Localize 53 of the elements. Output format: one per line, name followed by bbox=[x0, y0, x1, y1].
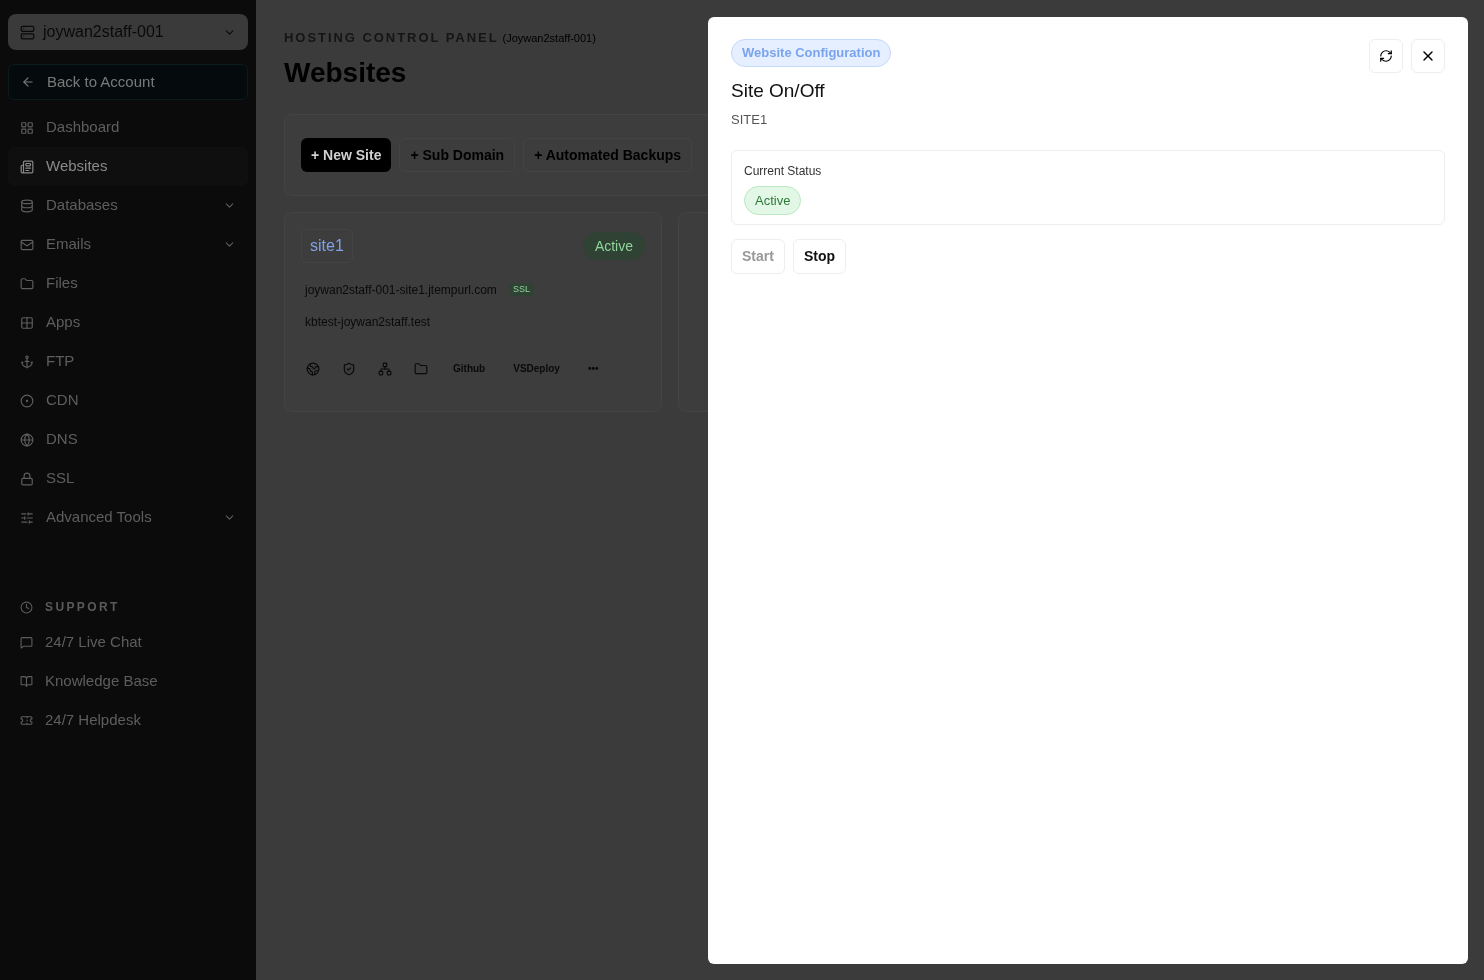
sidebar-item[interactable]: Databases bbox=[8, 186, 248, 225]
sidebar-item[interactable]: CDN bbox=[8, 381, 248, 420]
account-label: (Joywan2staff-001) bbox=[502, 31, 596, 46]
modal-button[interactable]: Stop bbox=[792, 238, 846, 274]
section-title: SUPPORT bbox=[45, 599, 120, 615]
anchor-icon bbox=[20, 354, 34, 369]
sidebar-item[interactable]: Advanced Tools bbox=[8, 498, 248, 537]
target-icon bbox=[20, 393, 34, 408]
refresh-button[interactable] bbox=[1369, 39, 1403, 73]
folder-icon bbox=[20, 276, 34, 291]
grid-icon bbox=[20, 315, 34, 330]
sidebar-item[interactable]: Emails bbox=[8, 225, 248, 264]
modal-title: Site On/Off bbox=[731, 78, 825, 103]
chat-icon bbox=[20, 636, 33, 649]
ssl-badge: SSL bbox=[508, 282, 534, 297]
action-button[interactable]: ••• bbox=[579, 356, 607, 381]
modal-subtitle: SITE1 bbox=[731, 111, 768, 129]
refresh-icon bbox=[1379, 49, 1393, 63]
server-icon bbox=[20, 24, 35, 40]
sidebar-item[interactable]: Files bbox=[8, 264, 248, 303]
close-button[interactable] bbox=[1411, 39, 1445, 73]
status-label: Current Status bbox=[744, 162, 822, 179]
clock-icon bbox=[20, 600, 33, 614]
database-icon bbox=[20, 198, 34, 213]
lock-icon bbox=[20, 471, 34, 486]
sidebar-item[interactable]: DNS bbox=[8, 420, 248, 459]
globe-icon bbox=[306, 361, 320, 376]
sidebar-item[interactable]: Apps bbox=[8, 303, 248, 342]
sliders-icon bbox=[20, 510, 34, 525]
sidebar-item[interactable]: 24/7 Helpdesk bbox=[8, 701, 248, 740]
sidebar-item[interactable]: Websites bbox=[8, 147, 248, 186]
page-title: Websites bbox=[284, 55, 407, 90]
shield-icon bbox=[342, 361, 356, 376]
mail-icon bbox=[20, 237, 34, 252]
section-badge: Website Configuration bbox=[731, 39, 892, 67]
grid-icon bbox=[20, 120, 34, 135]
back-link[interactable]: Back to Account bbox=[8, 64, 248, 100]
toolbar-button[interactable]: + Automated Backups bbox=[523, 137, 693, 172]
book-icon bbox=[20, 675, 33, 688]
sidebar-item[interactable]: SSL bbox=[8, 459, 248, 498]
site-link[interactable]: site1 bbox=[301, 228, 353, 263]
status-badge: Active bbox=[582, 231, 645, 260]
sidebar-item[interactable]: Knowledge Base bbox=[8, 662, 248, 701]
status-badge: Active bbox=[744, 185, 802, 215]
toolbar-button[interactable]: + New Site bbox=[301, 137, 392, 172]
toolbar-button[interactable]: + Sub Domain bbox=[399, 137, 516, 172]
folder-icon bbox=[414, 361, 428, 376]
sidebar-item[interactable]: 24/7 Live Chat bbox=[8, 623, 248, 662]
sidebar-item[interactable]: FTP bbox=[8, 342, 248, 381]
sidebar-item[interactable]: Dashboard bbox=[8, 108, 248, 147]
ticket-icon bbox=[20, 714, 33, 727]
network-icon bbox=[378, 361, 392, 376]
globe-icon bbox=[20, 432, 34, 447]
